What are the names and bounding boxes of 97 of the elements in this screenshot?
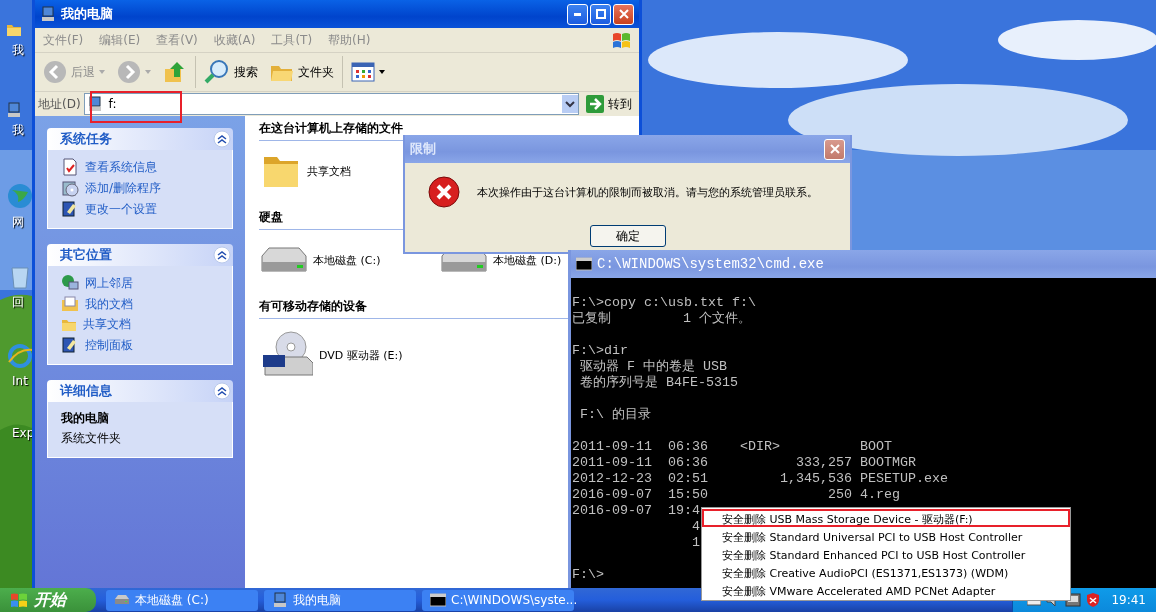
caret-icon (99, 70, 105, 74)
maximize-button[interactable] (590, 3, 611, 25)
minimize-button[interactable] (567, 3, 588, 25)
dropdown-icon (562, 95, 578, 113)
console-line: 2011-09-11 06:36 <DIR> BOOT (572, 439, 892, 455)
drive-item[interactable]: DVD 驱动器 (E:) (261, 329, 403, 381)
menu-item[interactable]: 安全删除 USB Mass Storage Device - 驱动器(F:) (702, 509, 1070, 527)
documents-icon (61, 295, 79, 313)
panel-header[interactable]: 系统任务 (47, 128, 233, 150)
ok-button[interactable]: 确定 (589, 225, 666, 247)
taskbar-button[interactable]: C:\WINDOWS\syste... (422, 589, 574, 611)
windows-logo-icon (10, 592, 28, 608)
minimize-icon (574, 12, 581, 16)
close-icon (829, 144, 840, 154)
document-icon (61, 158, 79, 176)
menu-item[interactable]: 安全删除 VMware Accelerated AMD PCNet Adapter (702, 581, 1070, 599)
back-button[interactable]: 后退 (39, 58, 109, 86)
maximize-icon (595, 9, 606, 19)
address-field[interactable]: f: (83, 93, 579, 115)
collapse-icon (213, 382, 231, 400)
search-button[interactable]: 搜索 (200, 57, 262, 87)
console-icon (430, 593, 446, 607)
menu-item[interactable]: 查看(V) (154, 31, 200, 49)
task-link[interactable]: 更改一个设置 (61, 200, 222, 218)
control-panel-icon (61, 200, 79, 218)
folder-item[interactable]: 共享文档 (261, 151, 351, 191)
menu-item[interactable]: 工具(T) (269, 31, 315, 49)
console-line: 驱动器 F 中的卷是 USB (579, 359, 727, 375)
error-icon (427, 175, 461, 209)
task-link[interactable]: 我的文档 (61, 295, 222, 313)
console-line: 2016-09-07 19:4 (572, 503, 700, 519)
hard-drive-icon (261, 247, 307, 273)
address-label: 地址(D) (38, 95, 81, 113)
search-icon (204, 59, 230, 85)
menu-item[interactable]: 安全删除 Standard Universal PCI to USB Host Controller (702, 527, 1070, 545)
console-line: F:\> (572, 567, 604, 583)
clock: 19:41 (1111, 593, 1146, 607)
error-message: 本次操作由于这台计算机的限制而被取消。请与您的系统管理员联系。 (477, 184, 818, 200)
menu-item[interactable]: 安全删除 Standard Enhanced PCI to USB Host Controller (702, 545, 1070, 563)
console-line: F:\ 的目录 (579, 407, 651, 423)
task-link[interactable]: 添加/删除程序 (61, 179, 222, 197)
collapse-icon (213, 246, 231, 264)
globe-icon (6, 182, 34, 210)
windows-logo-icon (611, 30, 633, 50)
icon-label: 网 (12, 214, 24, 231)
console-line: 1 (690, 535, 700, 551)
folders-button[interactable]: 文件夹 (266, 59, 338, 85)
console-line: 2016-09-07 15:50 250 4.reg (572, 487, 900, 503)
console-line: 卷的序列号是 B4FE-5315 (579, 375, 738, 391)
computer-icon (272, 592, 288, 608)
dialog-title: 限制 (410, 140, 436, 158)
go-arrow-icon (586, 95, 604, 113)
close-icon (618, 9, 629, 19)
close-button[interactable] (613, 3, 634, 25)
caret-icon (379, 70, 385, 74)
folder-icon (6, 22, 22, 38)
menu-item[interactable]: 文件(F) (41, 31, 86, 49)
taskbar-button[interactable]: 本地磁盘 (C:) (106, 589, 258, 611)
icon-label: Int (12, 374, 28, 388)
start-button[interactable]: 开始 (0, 588, 96, 612)
panel-header[interactable]: 其它位置 (47, 244, 233, 266)
icon-label: 回 (12, 294, 24, 311)
taskbar-button[interactable]: 我的电脑 (264, 589, 416, 611)
task-link[interactable]: 网上邻居 (61, 274, 222, 292)
views-icon (351, 61, 375, 83)
console-line: F:\>dir (572, 343, 628, 359)
drive-item[interactable]: 本地磁盘 (C:) (261, 240, 381, 280)
browser-icon (6, 342, 34, 370)
computer-icon (86, 96, 103, 112)
go-button[interactable]: 转到 (582, 95, 636, 113)
task-link[interactable]: 控制面板 (61, 336, 222, 354)
task-link[interactable]: 共享文档 (61, 316, 222, 333)
control-panel-icon (61, 336, 79, 354)
console-line: 2011-09-11 06:36 333,257 BOOTMGR (572, 455, 916, 471)
computer-icon (6, 102, 22, 118)
window-title: C:\WINDOWS\system32\cmd.exe (597, 256, 824, 272)
network-icon (61, 274, 79, 292)
menu-item[interactable]: 收藏(A) (211, 31, 258, 49)
disc-box-icon (61, 179, 79, 197)
window-title: 我的电脑 (61, 5, 113, 23)
detail-name: 我的电脑 (61, 410, 110, 427)
menu-item[interactable]: 帮助(H) (326, 31, 373, 49)
caret-icon (145, 70, 151, 74)
console-line: 2012-12-23 02:51 1,345,536 PESETUP.exe (572, 471, 948, 487)
menu-item[interactable]: 安全删除 Creative AudioPCI (ES1371,ES1373) (WDM) (702, 563, 1070, 581)
task-link[interactable]: 查看系统信息 (61, 158, 222, 176)
up-folder-icon (163, 60, 187, 84)
collapse-icon (213, 130, 231, 148)
console-line: 4 (690, 519, 700, 535)
console-icon (576, 257, 592, 271)
detail-type: 系统文件夹 (61, 430, 122, 447)
shield-icon[interactable] (1086, 592, 1101, 608)
icon-label: 我 (12, 122, 24, 139)
computer-icon (40, 6, 56, 22)
icon-label: 我 (12, 42, 24, 59)
panel-header[interactable]: 详细信息 (47, 380, 233, 402)
menu-item[interactable]: 编辑(E) (97, 31, 143, 49)
